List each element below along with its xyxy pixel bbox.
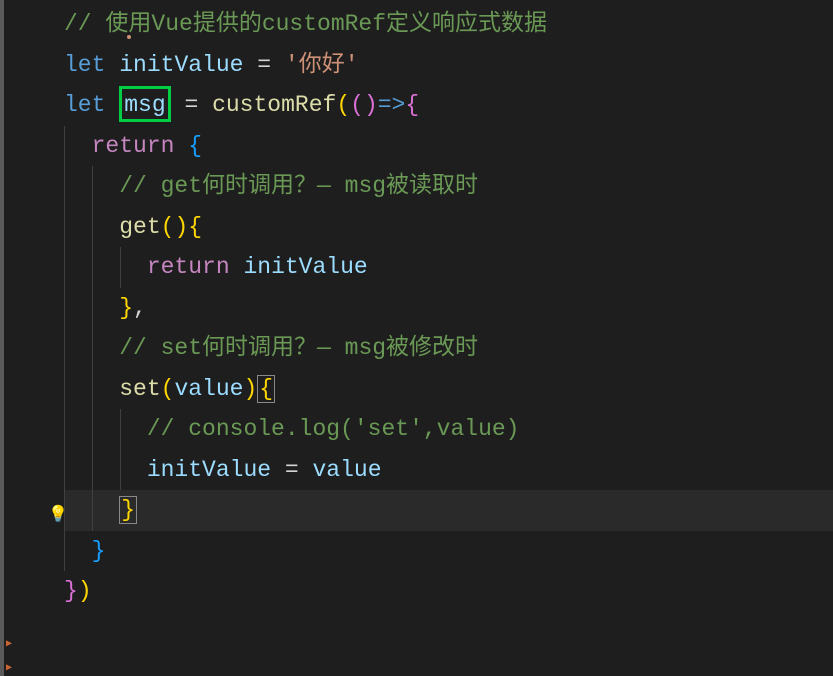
code-editor[interactable]: 💡 ▶ ▶ // 使用Vue提供的customRef定义响应式数据 let in… xyxy=(0,0,833,676)
code-content[interactable]: // 使用Vue提供的customRef定义响应式数据 let initValu… xyxy=(64,0,833,676)
code-line[interactable]: // get何时调用？— msg被读取时 xyxy=(64,166,833,207)
code-line[interactable]: // set何时调用？— msg被修改时 xyxy=(64,328,833,369)
bracket-matched: } xyxy=(119,496,137,524)
variable: msg xyxy=(124,92,165,118)
method-name: set xyxy=(119,376,160,402)
editor-gutter: 💡 ▶ ▶ xyxy=(4,0,64,676)
lightbulb-icon[interactable]: 💡 xyxy=(48,504,62,518)
search-highlight: msg xyxy=(119,86,170,122)
code-line[interactable]: } xyxy=(64,531,833,572)
comma: , xyxy=(133,295,147,321)
code-line[interactable]: let initValue = '你好' xyxy=(64,45,833,86)
code-line[interactable] xyxy=(64,612,833,653)
comment-text: // console.log('set',value) xyxy=(147,416,520,442)
comment-text: // set何时调用？— msg被修改时 xyxy=(119,335,478,361)
operator: = xyxy=(271,457,312,483)
keyword: return xyxy=(92,133,175,159)
bracket: ) xyxy=(78,578,92,604)
function-name: customRef xyxy=(212,92,336,118)
keyword: return xyxy=(147,254,230,280)
fold-marker-icon[interactable]: ▶ xyxy=(6,638,12,650)
bracket: ( xyxy=(350,92,364,118)
variable: value xyxy=(312,457,381,483)
variable: initValue xyxy=(119,52,243,78)
comment-text: // 使用Vue提供的customRef定义响应式数据 xyxy=(64,11,547,37)
bracket: () xyxy=(161,214,189,240)
code-line[interactable]: // console.log('set',value) xyxy=(64,409,833,450)
code-line[interactable]: }, xyxy=(64,288,833,329)
code-line-current[interactable]: } xyxy=(64,490,833,531)
bracket: ( xyxy=(336,92,350,118)
variable: initValue xyxy=(230,254,368,280)
bracket: { xyxy=(405,92,419,118)
operator: = xyxy=(171,92,212,118)
keyword: let xyxy=(64,92,105,118)
bracket: ) xyxy=(364,92,378,118)
code-line[interactable]: let msg = customRef(()=>{ xyxy=(64,85,833,126)
bracket: ( xyxy=(161,376,175,402)
code-line[interactable]: // 使用Vue提供的customRef定义响应式数据 xyxy=(64,4,833,45)
fold-marker-icon[interactable]: ▶ xyxy=(6,662,12,674)
bracket: ) xyxy=(243,376,257,402)
comment-text: // get何时调用？— msg被读取时 xyxy=(119,173,478,199)
code-line[interactable]: set(value){ xyxy=(64,369,833,410)
code-line[interactable]: return { xyxy=(64,126,833,167)
bracket-matched: { xyxy=(257,375,275,403)
code-line[interactable]: get(){ xyxy=(64,207,833,248)
bracket: } xyxy=(92,538,106,564)
bracket: } xyxy=(119,295,133,321)
code-line[interactable]: }) xyxy=(64,571,833,612)
code-line[interactable]: initValue = value xyxy=(64,450,833,491)
keyword: let xyxy=(64,52,105,78)
bracket: } xyxy=(64,578,78,604)
method-name: get xyxy=(119,214,160,240)
variable: initValue xyxy=(147,457,271,483)
parameter: value xyxy=(174,376,243,402)
bracket: { xyxy=(188,214,202,240)
operator: = xyxy=(243,52,284,78)
string-literal: '你好' xyxy=(285,52,359,78)
arrow: => xyxy=(378,92,406,118)
code-line[interactable]: return initValue xyxy=(64,247,833,288)
bracket: { xyxy=(174,133,202,159)
